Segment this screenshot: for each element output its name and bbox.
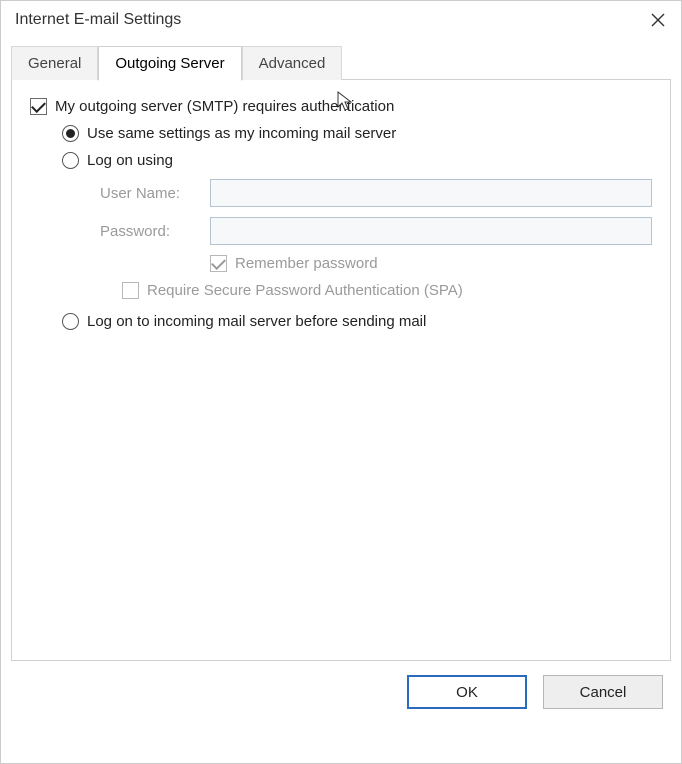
require-spa-row: Require Secure Password Authentication (… — [30, 282, 652, 299]
same-settings-radio[interactable] — [62, 125, 79, 142]
same-settings-label: Use same settings as my incoming mail se… — [87, 125, 396, 142]
requires-auth-label: My outgoing server (SMTP) requires authe… — [55, 98, 394, 115]
close-button[interactable] — [645, 7, 671, 33]
cancel-button-label: Cancel — [580, 684, 627, 701]
remember-password-checkbox — [210, 255, 227, 272]
tab-general[interactable]: General — [11, 46, 98, 80]
ok-button[interactable]: OK — [407, 675, 527, 709]
log-on-incoming-row[interactable]: Log on to incoming mail server before se… — [30, 313, 652, 330]
tab-general-label: General — [28, 55, 81, 72]
log-on-using-label: Log on using — [87, 152, 173, 169]
log-on-incoming-label: Log on to incoming mail server before se… — [87, 313, 426, 330]
tab-outgoing-server[interactable]: Outgoing Server — [98, 46, 241, 81]
requires-auth-row[interactable]: My outgoing server (SMTP) requires authe… — [30, 98, 652, 115]
tab-area: General Outgoing Server Advanced My outg… — [11, 45, 671, 661]
dialog-buttons: OK Cancel — [1, 661, 681, 727]
log-on-using-row[interactable]: Log on using — [30, 152, 652, 169]
tab-outgoing-label: Outgoing Server — [115, 55, 224, 72]
ok-button-label: OK — [456, 684, 478, 701]
remember-password-label: Remember password — [235, 255, 378, 272]
tab-strip: General Outgoing Server Advanced — [11, 45, 671, 80]
same-settings-row[interactable]: Use same settings as my incoming mail se… — [30, 125, 652, 142]
tab-advanced-label: Advanced — [259, 55, 326, 72]
tab-advanced[interactable]: Advanced — [242, 46, 343, 80]
outgoing-server-panel: My outgoing server (SMTP) requires authe… — [11, 79, 671, 661]
require-spa-label: Require Secure Password Authentication (… — [147, 282, 463, 299]
titlebar: Internet E-mail Settings — [1, 1, 681, 45]
log-on-incoming-radio[interactable] — [62, 313, 79, 330]
username-row: User Name: — [30, 179, 652, 207]
cancel-button[interactable]: Cancel — [543, 675, 663, 709]
password-row: Password: — [30, 217, 652, 245]
requires-auth-checkbox[interactable] — [30, 98, 47, 115]
username-input — [210, 179, 652, 207]
password-label: Password: — [100, 223, 210, 240]
close-icon — [651, 13, 665, 27]
username-label: User Name: — [100, 185, 210, 202]
window-title: Internet E-mail Settings — [15, 11, 181, 29]
password-input — [210, 217, 652, 245]
remember-password-row: Remember password — [30, 255, 652, 272]
require-spa-checkbox — [122, 282, 139, 299]
log-on-using-radio[interactable] — [62, 152, 79, 169]
email-settings-dialog: Internet E-mail Settings General Outgoin… — [0, 0, 682, 764]
